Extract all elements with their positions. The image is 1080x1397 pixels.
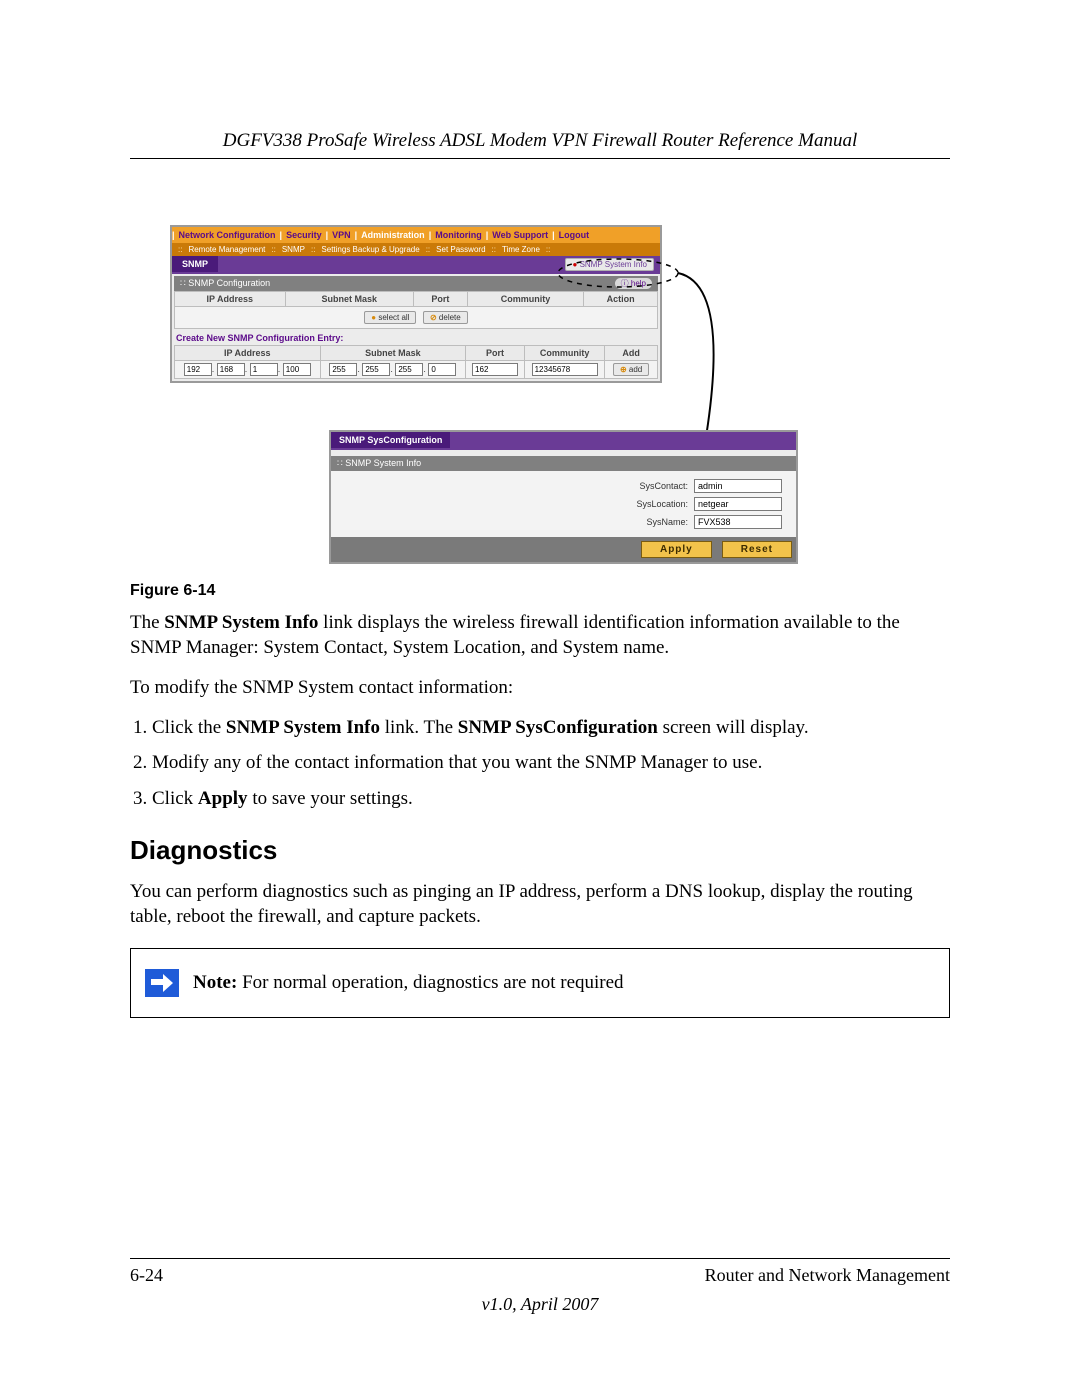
step-item: Modify any of the contact information th… (152, 750, 950, 776)
router-screenshot-top: |Network Configuration |Security |VPN |A… (170, 225, 662, 383)
col-header: IP Address (175, 346, 321, 361)
ip-octet-input[interactable] (283, 363, 311, 376)
bullet-icon: ● (572, 260, 577, 269)
nav-item[interactable]: Logout (555, 227, 594, 243)
figure-label: Figure 6-14 (130, 580, 950, 602)
col-header: Community (524, 346, 604, 361)
paragraph: You can perform diagnostics such as ping… (130, 879, 950, 930)
sysname-label: SysName: (646, 517, 688, 527)
page-header: DGFV338 ProSafe Wireless ADSL Modem VPN … (130, 130, 950, 159)
page-footer: 6-24 Router and Network Management v1.0,… (130, 1258, 950, 1315)
help-button[interactable]: ⓘ help (615, 278, 652, 289)
arrow-right-icon (145, 969, 179, 997)
community-input[interactable] (532, 363, 598, 376)
col-header: IP Address (175, 292, 286, 307)
section-header: ∷ SNMP System Info (331, 456, 796, 471)
snmp-system-info-link[interactable]: ● SNMP System Info (565, 258, 654, 271)
subnav-item[interactable]: Set Password (434, 245, 487, 254)
add-button[interactable]: ⊕ add (613, 363, 649, 376)
syslocation-input[interactable] (694, 497, 782, 511)
note-box: Note: For normal operation, diagnostics … (130, 948, 950, 1018)
snmp-config-table: IP Address Subnet Mask Port Community Ac… (174, 291, 658, 307)
tab-snmp[interactable]: SNMP (172, 256, 218, 272)
nav-item[interactable]: VPN (328, 227, 355, 243)
sysname-input[interactable] (694, 515, 782, 529)
main-nav: |Network Configuration |Security |VPN |A… (172, 227, 660, 243)
reset-button[interactable]: Reset (722, 541, 792, 558)
page-number: 6-24 (130, 1265, 163, 1286)
mask-octet-input[interactable] (362, 363, 390, 376)
nav-item-active[interactable]: Administration (357, 227, 429, 243)
create-entry-label: Create New SNMP Configuration Entry: (174, 329, 658, 345)
ip-octet-input[interactable] (217, 363, 245, 376)
col-header: Port (466, 346, 525, 361)
nav-item[interactable]: Security (282, 227, 326, 243)
subnav-item[interactable]: Time Zone (500, 245, 542, 254)
syscontact-input[interactable] (694, 479, 782, 493)
col-header: Add (605, 346, 658, 361)
chapter-title: Router and Network Management (705, 1265, 950, 1286)
select-all-button[interactable]: ● select all (364, 311, 416, 324)
ip-octet-input[interactable] (250, 363, 278, 376)
tab-sysconfig[interactable]: SNMP SysConfiguration (331, 432, 450, 448)
create-entry-table: IP Address Subnet Mask Port Community Ad… (174, 345, 658, 379)
router-screenshot-bottom: SNMP SysConfiguration ∷ SNMP System Info… (329, 430, 798, 564)
syscontact-label: SysContact: (639, 481, 688, 491)
delete-button[interactable]: ⊘ delete (423, 311, 468, 324)
port-input[interactable] (472, 363, 518, 376)
apply-button[interactable]: Apply (641, 541, 712, 558)
step-item: Click Apply to save your settings. (152, 786, 950, 812)
mask-octet-input[interactable] (428, 363, 456, 376)
nav-item[interactable]: Monitoring (431, 227, 486, 243)
col-header: Community (467, 292, 583, 307)
col-header: Port (414, 292, 468, 307)
ip-octet-input[interactable] (184, 363, 212, 376)
syslocation-label: SysLocation: (636, 499, 688, 509)
col-header: Subnet Mask (285, 292, 413, 307)
section-header: ∷ SNMP Configuration ⓘ help (174, 276, 658, 291)
paragraph: To modify the SNMP System contact inform… (130, 675, 950, 701)
steps-list: Click the SNMP System Info link. The SNM… (130, 715, 950, 812)
subnav-item[interactable]: Settings Backup & Upgrade (319, 245, 421, 254)
mask-octet-input[interactable] (329, 363, 357, 376)
nav-item[interactable]: Network Configuration (175, 227, 280, 243)
nav-item[interactable]: Web Support (488, 227, 552, 243)
entry-row: . . . . . . ⊕ add (175, 361, 658, 379)
heading-diagnostics: Diagnostics (130, 833, 950, 868)
subnav-item[interactable]: Remote Management (186, 245, 267, 254)
note-text: Note: For normal operation, diagnostics … (193, 970, 624, 996)
col-header: Action (584, 292, 658, 307)
subnav-item[interactable]: SNMP (280, 245, 307, 254)
sub-nav: ::Remote Management ::SNMP ::Settings Ba… (172, 243, 660, 256)
step-item: Click the SNMP System Info link. The SNM… (152, 715, 950, 741)
col-header: Subnet Mask (320, 346, 466, 361)
tab-row: SNMP ● SNMP System Info (172, 256, 660, 274)
paragraph: The SNMP System Info link displays the w… (130, 610, 950, 661)
mask-octet-input[interactable] (395, 363, 423, 376)
version-label: v1.0, April 2007 (130, 1294, 950, 1315)
